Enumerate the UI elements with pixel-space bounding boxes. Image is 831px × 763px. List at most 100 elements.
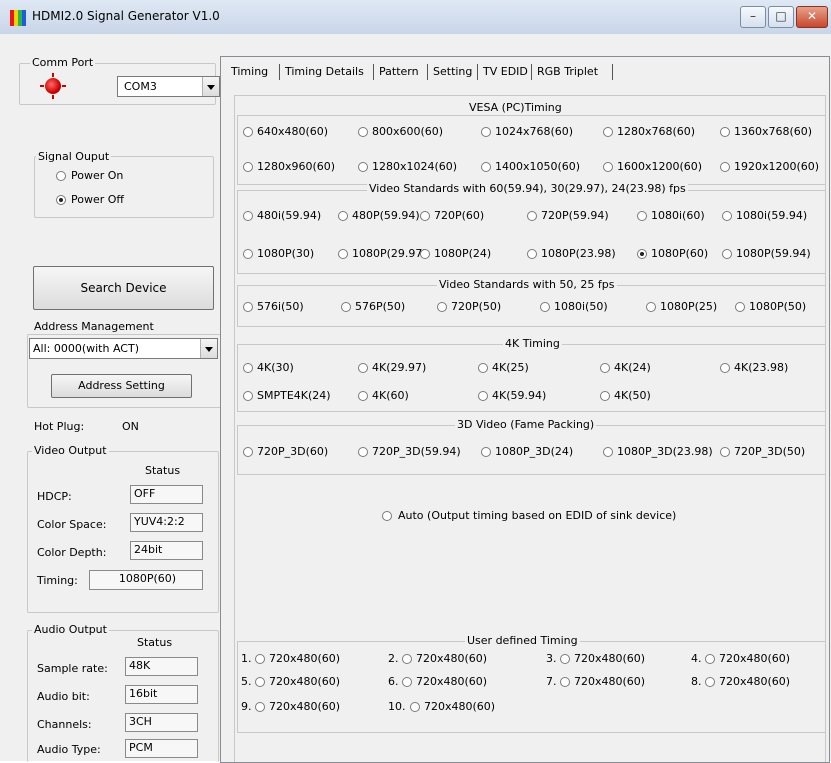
video3d-0-radio[interactable] bbox=[243, 447, 253, 457]
video60-3-radio[interactable] bbox=[527, 211, 537, 221]
vesa-9-radio[interactable] bbox=[720, 162, 730, 172]
video60-1-label: 480P(59.94) bbox=[352, 209, 420, 222]
close-icon: ✕ bbox=[806, 9, 818, 23]
audio-status-header: Status bbox=[137, 636, 173, 649]
k4-8-radio[interactable] bbox=[600, 391, 610, 401]
k4-0-label: 4K(30) bbox=[257, 361, 294, 374]
user-timing-number: 8. bbox=[691, 675, 702, 688]
user-timing-8-radio[interactable] bbox=[705, 677, 715, 687]
k4-7-radio[interactable] bbox=[478, 391, 488, 401]
video60-0-radio[interactable] bbox=[243, 211, 253, 221]
vesa-1-radio[interactable] bbox=[358, 127, 368, 137]
user-timing-8-label: 720x480(60) bbox=[719, 675, 791, 688]
k4-4-radio[interactable] bbox=[720, 363, 730, 373]
tab-setting[interactable]: Setting bbox=[429, 62, 476, 82]
timing-value: 1080P(60) bbox=[89, 570, 203, 590]
video60-4-radio[interactable] bbox=[637, 211, 647, 221]
video50-0-radio[interactable] bbox=[243, 302, 253, 312]
k4-3-radio[interactable] bbox=[600, 363, 610, 373]
video60-10-label: 1080P(60) bbox=[651, 247, 709, 260]
user-timing-number: 5. bbox=[241, 675, 252, 688]
k4-3-label: 4K(24) bbox=[614, 361, 651, 374]
user-timing-number: 3. bbox=[546, 652, 557, 665]
video50-1-radio[interactable] bbox=[341, 302, 351, 312]
sample-rate-label: Sample rate: bbox=[37, 662, 108, 675]
tab-pattern[interactable]: Pattern bbox=[375, 62, 423, 82]
k4-2-radio[interactable] bbox=[478, 363, 488, 373]
signal-output-group bbox=[34, 156, 214, 218]
auto-radio[interactable] bbox=[382, 511, 392, 521]
video60-11-label: 1080P(59.94) bbox=[736, 247, 811, 260]
tab-timing[interactable]: Timing bbox=[227, 62, 272, 82]
power-on-radio[interactable] bbox=[56, 171, 66, 181]
video3d-2-label: 1080P_3D(24) bbox=[495, 445, 574, 458]
tab-rgb-triplet[interactable]: RGB Triplet bbox=[533, 62, 602, 82]
video60-1-radio[interactable] bbox=[338, 211, 348, 221]
video50-4-radio[interactable] bbox=[646, 302, 656, 312]
maximize-button[interactable]: □ bbox=[768, 6, 794, 28]
vesa-7-radio[interactable] bbox=[481, 162, 491, 172]
video3d-3-radio[interactable] bbox=[603, 447, 613, 457]
k4-7-label: 4K(59.94) bbox=[492, 389, 547, 402]
k4-6-radio[interactable] bbox=[358, 391, 368, 401]
user-timing-1-radio[interactable] bbox=[255, 654, 265, 664]
video60-10-radio[interactable] bbox=[637, 249, 647, 259]
video60-11-radio[interactable] bbox=[722, 249, 732, 259]
chevron-down-icon bbox=[202, 77, 219, 96]
video3d-4-radio[interactable] bbox=[720, 447, 730, 457]
vesa-0-radio[interactable] bbox=[243, 127, 253, 137]
video50-5-radio[interactable] bbox=[735, 302, 745, 312]
video50-2-radio[interactable] bbox=[437, 302, 447, 312]
power-off-radio[interactable] bbox=[56, 195, 66, 205]
user-timing-2-radio[interactable] bbox=[402, 654, 412, 664]
chevron-down-icon bbox=[200, 339, 217, 358]
k4-6-label: 4K(60) bbox=[372, 389, 409, 402]
tab-tv-edid[interactable]: TV EDID bbox=[479, 62, 532, 82]
video3d-1-label: 720P_3D(59.94) bbox=[372, 445, 461, 458]
user-timing-6-radio[interactable] bbox=[402, 677, 412, 687]
audio-output-label: Audio Output bbox=[32, 623, 109, 636]
close-button[interactable]: ✕ bbox=[796, 6, 828, 28]
user-timing-5-radio[interactable] bbox=[255, 677, 265, 687]
video60-7-radio[interactable] bbox=[338, 249, 348, 259]
vesa-3-radio[interactable] bbox=[603, 127, 613, 137]
video50-3-radio[interactable] bbox=[540, 302, 550, 312]
video60-group bbox=[237, 190, 826, 274]
power-off-label: Power Off bbox=[71, 193, 124, 206]
video3d-0-label: 720P_3D(60) bbox=[257, 445, 329, 458]
user-timing-9-radio[interactable] bbox=[255, 702, 265, 712]
vesa-4-radio[interactable] bbox=[720, 127, 730, 137]
video60-8-radio[interactable] bbox=[420, 249, 430, 259]
video3d-1-radio[interactable] bbox=[358, 447, 368, 457]
vesa-1-label: 800x600(60) bbox=[372, 125, 444, 138]
address-select[interactable]: All: 0000(with ACT) bbox=[29, 338, 218, 359]
comm-port-select[interactable]: COM3 bbox=[117, 76, 220, 97]
user-timing-7-radio[interactable] bbox=[560, 677, 570, 687]
vesa-6-radio[interactable] bbox=[358, 162, 368, 172]
user-timing-number: 9. bbox=[241, 700, 252, 713]
user-timing-4-label: 720x480(60) bbox=[719, 652, 791, 665]
search-device-button[interactable]: Search Device bbox=[33, 266, 214, 310]
k4-0-radio[interactable] bbox=[243, 363, 253, 373]
app-icon bbox=[10, 10, 26, 26]
vesa-5-radio[interactable] bbox=[243, 162, 253, 172]
k4-5-radio[interactable] bbox=[243, 391, 253, 401]
video60-2-radio[interactable] bbox=[420, 211, 430, 221]
vesa-8-radio[interactable] bbox=[603, 162, 613, 172]
video60-9-radio[interactable] bbox=[527, 249, 537, 259]
user-timing-10-radio[interactable] bbox=[410, 702, 420, 712]
video60-5-radio[interactable] bbox=[722, 211, 732, 221]
user-timing-3-radio[interactable] bbox=[560, 654, 570, 664]
address-setting-button[interactable]: Address Setting bbox=[51, 374, 192, 398]
video60-5-label: 1080i(59.94) bbox=[736, 209, 808, 222]
user-timing-4-radio[interactable] bbox=[705, 654, 715, 664]
tab-timing-details[interactable]: Timing Details bbox=[281, 62, 368, 82]
k4-1-radio[interactable] bbox=[358, 363, 368, 373]
video-status-header: Status bbox=[145, 464, 181, 477]
video3d-2-radio[interactable] bbox=[481, 447, 491, 457]
minimize-button[interactable]: – bbox=[740, 6, 766, 28]
video60-6-radio[interactable] bbox=[243, 249, 253, 259]
video50-4-label: 1080P(25) bbox=[660, 300, 718, 313]
user-timing-3-label: 720x480(60) bbox=[574, 652, 646, 665]
vesa-2-radio[interactable] bbox=[481, 127, 491, 137]
